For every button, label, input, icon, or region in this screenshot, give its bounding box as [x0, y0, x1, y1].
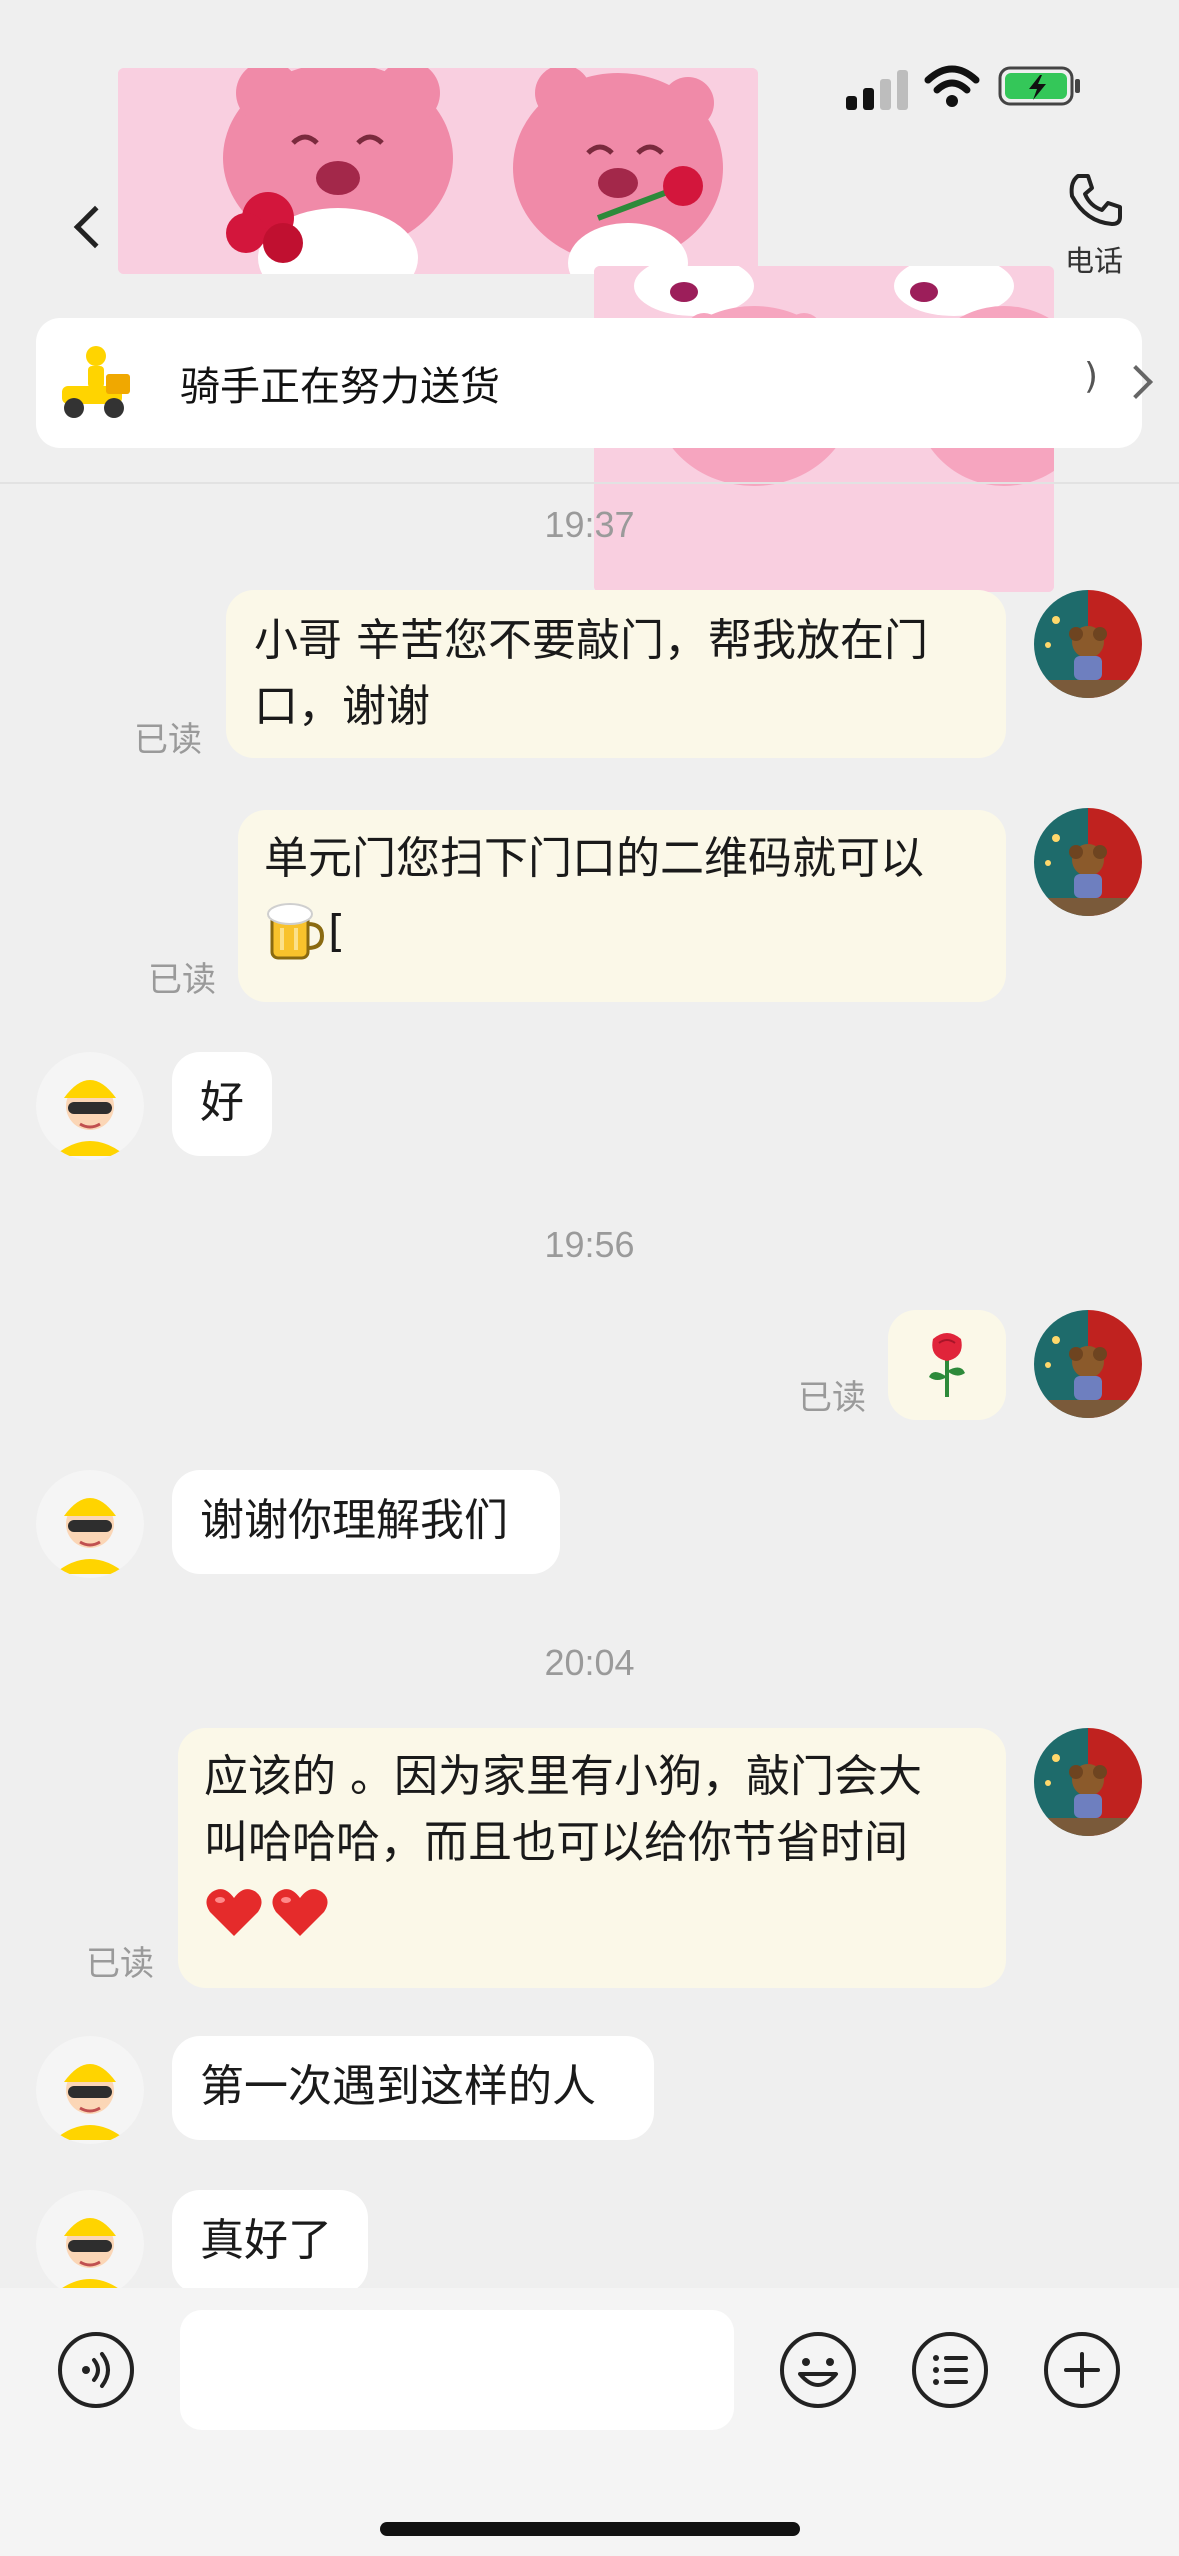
plus-icon[interactable] [1042, 2330, 1122, 2410]
read-receipt: 已读 [134, 720, 202, 760]
rider-avatar[interactable] [36, 2036, 144, 2144]
header-divider [0, 482, 1179, 484]
rider-avatar-image [36, 1470, 144, 1578]
beer-mug-emoji [267, 903, 325, 960]
message-timestamp: 19:37 [544, 504, 635, 545]
rose-emoji [929, 1333, 965, 1397]
back-icon [73, 205, 117, 249]
received-message-bubble[interactable]: 第一次遇到这样的人 [172, 2036, 654, 2140]
red-heart-emoji [272, 1889, 328, 1936]
received-message-bubble[interactable]: 真好了 [172, 2190, 368, 2294]
pink-beaver-sticker [118, 68, 758, 274]
message-text: 第一次遇到这样的人 [200, 2061, 596, 2112]
read-receipt: 已读 [798, 1378, 866, 1418]
message-text: 真好了 [200, 2215, 332, 2266]
sent-message-bubble[interactable] [888, 1310, 1006, 1420]
sent-message-bubble[interactable]: 应该的 。因为家里有小狗，敲门会大 叫哈哈哈，而且也可以给你节省时间 [178, 1728, 1006, 1988]
battery-charging-icon [998, 66, 1080, 106]
phone-icon [1069, 174, 1122, 226]
chevron-right-icon [1119, 365, 1153, 399]
dog-avatar-image [1034, 1310, 1142, 1418]
message-line: 口，谢谢 [254, 681, 430, 732]
message-input-bar [0, 2288, 1179, 2556]
my-avatar[interactable] [1034, 1310, 1142, 1418]
home-indicator [380, 2522, 800, 2536]
my-avatar[interactable] [1034, 1728, 1142, 1836]
rider-scooter-icon [62, 346, 130, 418]
rider-avatar-image [36, 2190, 144, 2298]
read-receipt: 已读 [148, 960, 216, 1000]
message-line: 应该的 。因为家里有小狗，敲门会大 [204, 1751, 922, 1802]
dog-avatar-image [1034, 590, 1142, 698]
my-avatar[interactable] [1034, 808, 1142, 916]
quick-reply-icon[interactable] [910, 2330, 990, 2410]
message-input[interactable] [180, 2310, 734, 2430]
message-emoji-row [204, 1884, 980, 1940]
call-label: 电话 [1064, 244, 1123, 278]
emoji-icon[interactable] [778, 2330, 858, 2410]
my-avatar[interactable] [1034, 590, 1142, 698]
chat-header: 电话 [0, 68, 1179, 592]
message-line: 小哥 辛苦您不要敲门，帮我放在门 [254, 615, 928, 666]
call-button[interactable]: 电话 [1046, 168, 1142, 288]
banner-trailing-text: ) [1084, 356, 1099, 397]
rider-avatar-image [36, 1052, 144, 1160]
wifi-icon [924, 65, 980, 107]
message-emoji-row: [ [264, 892, 980, 972]
message-text: 谢谢你理解我们 [200, 1495, 508, 1546]
message-line: 叫哈哈哈，而且也可以给你节省时间 [204, 1817, 908, 1868]
delivery-status-banner[interactable]: 骑手正在努力送货 ) [36, 318, 1153, 448]
dog-avatar-image [1034, 808, 1142, 916]
red-heart-emoji [206, 1889, 262, 1936]
message-text: 好 [200, 1077, 244, 1128]
dog-avatar-image [1034, 1728, 1142, 1836]
message-line: 单元门您扫下门口的二维码就可以 [264, 833, 924, 884]
rider-avatar-image [36, 2036, 144, 2144]
message-timestamp: 20:04 [544, 1642, 635, 1683]
voice-icon[interactable] [56, 2330, 136, 2410]
rider-avatar[interactable] [36, 1052, 144, 1160]
sticker-cover-left [118, 68, 758, 274]
message-tail-text: [ [328, 906, 346, 957]
sent-message-bubble[interactable]: 小哥 辛苦您不要敲门，帮我放在门 口，谢谢 [226, 590, 1006, 758]
rider-avatar[interactable] [36, 1470, 144, 1578]
banner-text: 骑手正在努力送货 [180, 364, 500, 410]
rider-avatar[interactable] [36, 2190, 144, 2298]
read-receipt: 已读 [86, 1944, 154, 1984]
received-message-bubble[interactable]: 谢谢你理解我们 [172, 1470, 560, 1574]
message-timestamp: 19:56 [544, 1224, 635, 1265]
chat-screen: 2 [0, 0, 1179, 2556]
signal-icon [846, 70, 908, 110]
received-message-bubble[interactable]: 好 [172, 1052, 272, 1156]
back-button[interactable] [58, 192, 118, 262]
sent-message-bubble[interactable]: 单元门您扫下门口的二维码就可以 [ [238, 810, 1006, 1002]
